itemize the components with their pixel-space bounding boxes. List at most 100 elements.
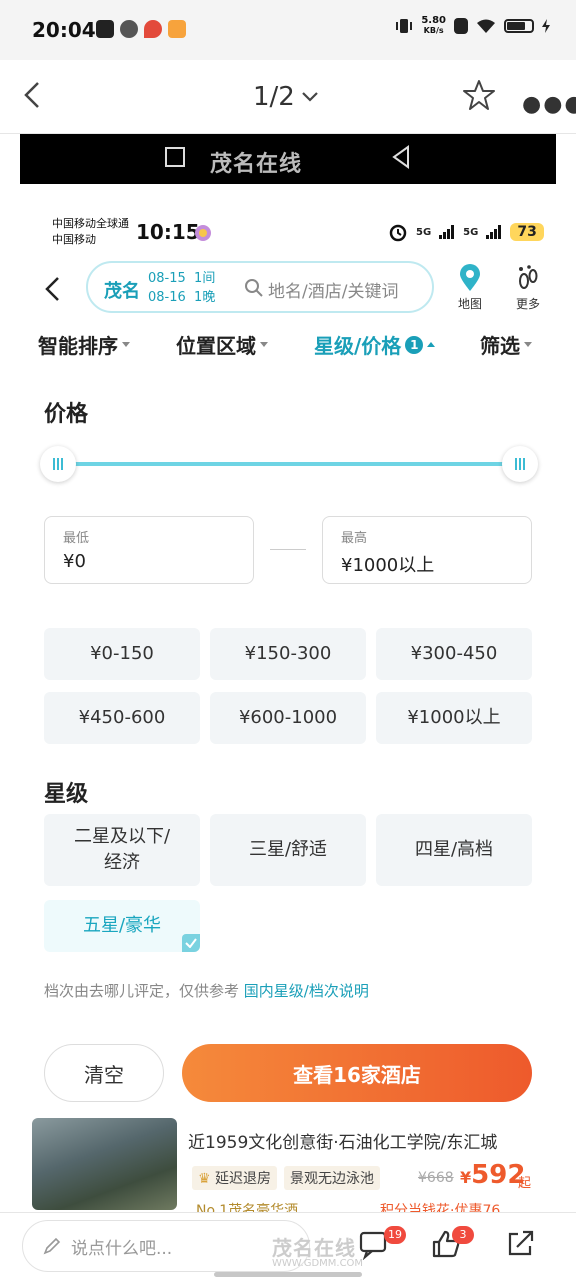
hotel-tag: 景观无边泳池 xyxy=(284,1166,380,1190)
search-bar[interactable]: 茂名 08-15 1间 08-16 1晚 地名/酒店/关键词 xyxy=(86,261,434,313)
more-options-icon[interactable]: ●●● xyxy=(522,92,576,117)
signal-1: 5G xyxy=(416,226,432,238)
filter-count-badge: 1 xyxy=(405,335,424,354)
share-icon[interactable] xyxy=(504,1228,536,1260)
notification-icons xyxy=(96,20,186,38)
charging-icon xyxy=(542,19,550,33)
rating-note-text: 档次由去哪儿评定，仅供参考 xyxy=(44,982,240,1000)
price-range-chip[interactable]: ¥600-1000 xyxy=(210,692,366,744)
star-title: 星级 xyxy=(44,782,89,807)
star-chip-luxury[interactable]: 五星/豪华 xyxy=(44,900,200,952)
signal-bars-icon xyxy=(439,225,455,239)
inner-carrier: 中国移动全球通 中国移动 xyxy=(52,216,129,248)
caret-up-icon xyxy=(427,342,436,347)
price-range-chip[interactable]: ¥1000以上 xyxy=(376,692,532,744)
caret-down-icon xyxy=(524,342,532,347)
favorite-star-icon[interactable] xyxy=(462,78,496,112)
city-label[interactable]: 茂名 xyxy=(104,277,140,303)
price-max-value[interactable]: ¥1000以上 xyxy=(341,551,434,577)
footprint-icon xyxy=(519,265,538,289)
watermark: 茂名在线 xyxy=(210,152,303,177)
status-right: 5.80 KB/s xyxy=(395,16,550,36)
map-button[interactable]: 地图 xyxy=(450,264,490,312)
battery-icon xyxy=(504,19,534,33)
price-range-chip[interactable]: ¥150-300 xyxy=(210,628,366,680)
pencil-icon xyxy=(43,1237,61,1255)
tab-location-label: 位置区域 xyxy=(176,334,256,358)
back-icon[interactable] xyxy=(18,80,48,110)
price-min-field[interactable]: 最低 ¥0 xyxy=(44,516,254,584)
hotel-price-currency: ¥ xyxy=(460,1168,472,1187)
signal-bars-icon xyxy=(486,225,502,239)
page-indicator[interactable]: 1/2 xyxy=(253,82,319,112)
inner-time: 10:15 xyxy=(136,220,200,244)
more-button[interactable]: 更多 xyxy=(508,264,548,312)
rooms-count: 1间 xyxy=(194,271,216,286)
price-range-dash xyxy=(270,549,306,550)
price-slider-min-handle[interactable] xyxy=(40,446,76,482)
net-speed-unit: KB/s xyxy=(423,26,444,35)
date-range[interactable]: 08-15 1间 08-16 1晚 xyxy=(148,269,215,307)
hotel-card[interactable]: 近1959文化创意街·石油化工学院/东汇城 ♛ 延迟退房 景观无边泳池 ¥668… xyxy=(20,1114,556,1214)
price-max-field[interactable]: 最高 ¥1000以上 xyxy=(322,516,532,584)
screenshot-content: 茂名在线 中国移动全球通 中国移动 10:15 5G 5G 73 茂名 08-1… xyxy=(20,134,556,1214)
caret-down-icon xyxy=(260,342,268,347)
price-range-chip[interactable]: ¥300-450 xyxy=(376,628,532,680)
hotel-tag: ♛ 延迟退房 xyxy=(192,1166,278,1190)
status-time: 20:04 xyxy=(32,18,96,42)
hotel-price: ¥592 xyxy=(460,1160,525,1190)
gesture-bar xyxy=(214,1272,362,1277)
square-nav-icon xyxy=(165,147,185,167)
comment-input[interactable]: 说点什么吧... xyxy=(22,1220,310,1272)
hotel-tag-1: 延迟退房 xyxy=(215,1171,272,1187)
price-range-chip[interactable]: ¥450-600 xyxy=(44,692,200,744)
view-hotels-button[interactable]: 查看16家酒店 xyxy=(182,1044,532,1102)
more-label: 更多 xyxy=(515,297,540,311)
comment-count-badge: 19 xyxy=(384,1226,406,1244)
back-icon[interactable] xyxy=(40,274,66,304)
price-title: 价格 xyxy=(44,402,89,427)
price-slider-max-handle[interactable] xyxy=(502,446,538,482)
tab-location[interactable]: 位置区域 xyxy=(176,330,268,359)
map-pin-icon xyxy=(460,264,480,291)
tab-sort[interactable]: 智能排序 xyxy=(38,330,130,359)
price-range-chip[interactable]: ¥0-150 xyxy=(44,628,200,680)
price-min-value[interactable]: ¥0 xyxy=(63,551,86,572)
bottom-watermark-url: WWW.GDMM.COM xyxy=(272,1258,364,1269)
rating-note: 档次由去哪儿评定，仅供参考 国内星级/档次说明 xyxy=(44,980,369,1001)
location-pin-icon xyxy=(144,20,162,38)
mail-icon xyxy=(96,20,114,38)
price-min-label: 最低 xyxy=(63,531,90,546)
hotel-image xyxy=(32,1118,177,1210)
rating-explanation-link[interactable]: 国内星级/档次说明 xyxy=(244,982,369,1000)
price-max-label: 最高 xyxy=(341,531,368,546)
triangle-nav-icon xyxy=(392,145,409,169)
clear-button[interactable]: 清空 xyxy=(44,1044,164,1102)
comment-placeholder: 说点什么吧... xyxy=(71,1238,173,1259)
star-chip-economy[interactable]: 二星及以下/ 经济 xyxy=(44,814,200,886)
app-badge-icon xyxy=(168,20,186,38)
price-slider-track[interactable] xyxy=(56,462,520,466)
like-count-badge: 3 xyxy=(452,1226,474,1244)
inner-battery: 73 xyxy=(510,223,544,241)
bottom-watermark: 茂名在线 xyxy=(272,1236,356,1260)
net-speed: 5.80 KB/s xyxy=(421,16,446,36)
star-chip-premium[interactable]: 四星/高档 xyxy=(376,814,532,886)
net-speed-value: 5.80 xyxy=(421,15,446,26)
checkin-date: 08-15 xyxy=(148,271,186,286)
star-chip-comfort[interactable]: 三星/舒适 xyxy=(210,814,366,886)
search-icon xyxy=(245,279,263,297)
checkout-date: 08-16 xyxy=(148,290,186,305)
nights-count: 1晚 xyxy=(194,290,216,305)
chevron-down-icon xyxy=(302,92,318,102)
check-icon xyxy=(182,934,200,952)
tab-star-price-label: 星级/价格 xyxy=(314,334,402,358)
tab-star-price[interactable]: 星级/价格 1 xyxy=(314,330,436,359)
search-input[interactable]: 地名/酒店/关键词 xyxy=(268,277,398,302)
wifi-icon xyxy=(477,19,495,33)
inner-nav-bar: 茂名在线 xyxy=(20,134,556,184)
carrier-1: 中国移动全球通 xyxy=(52,217,129,230)
star-chip-luxury-label: 五星/豪华 xyxy=(82,915,162,936)
tab-screen[interactable]: 筛选 xyxy=(480,330,532,359)
carrier-2: 中国移动 xyxy=(52,233,96,246)
